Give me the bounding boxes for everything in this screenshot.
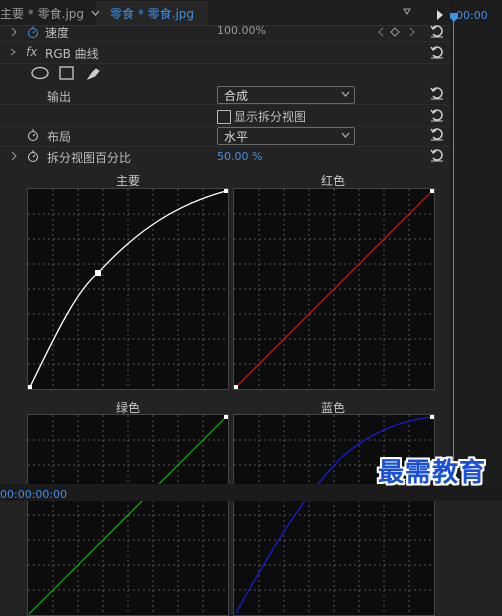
play-icon[interactable] xyxy=(436,10,444,20)
timecode-bottom[interactable]: 00:00:00:00 xyxy=(0,488,67,501)
watermark-logo: 最需教育 xyxy=(378,458,487,488)
curve-endpoint xyxy=(224,415,228,419)
master-curve-title: 主要 xyxy=(115,174,140,188)
output-value: 合成 xyxy=(224,89,249,103)
output-dropdown[interactable]: 合成 xyxy=(217,86,355,104)
curve-control-point xyxy=(95,270,101,276)
split-percent-value[interactable]: 50.00 % xyxy=(217,150,262,163)
blue-curve-graph[interactable] xyxy=(233,414,435,616)
playhead-handle-icon[interactable] xyxy=(449,13,459,23)
stopwatch-icon[interactable] xyxy=(27,26,39,38)
keyframe-nav[interactable] xyxy=(378,27,418,37)
divider xyxy=(0,63,450,64)
expand-arrow-icon[interactable] xyxy=(11,28,17,36)
layout-label: 布局 xyxy=(47,130,72,144)
split-view-checkbox[interactable] xyxy=(217,110,231,124)
chevron-down-icon[interactable] xyxy=(91,10,100,16)
reset-icon[interactable] xyxy=(430,148,444,162)
expand-arrow-icon[interactable] xyxy=(11,152,17,160)
divider xyxy=(0,41,450,42)
curve-endpoint xyxy=(224,189,228,193)
green-curve-graph[interactable] xyxy=(27,414,229,616)
reset-icon[interactable] xyxy=(430,86,444,100)
chevron-down-icon xyxy=(341,132,350,138)
layout-value: 水平 xyxy=(224,130,249,144)
timecode-top: 00:00 xyxy=(456,9,488,22)
menu-arrow-icon[interactable] xyxy=(403,8,411,16)
stopwatch-icon[interactable] xyxy=(27,129,39,141)
reset-icon[interactable] xyxy=(430,24,444,38)
curve-endpoint xyxy=(430,189,434,193)
red-curve-graph[interactable] xyxy=(233,188,435,390)
curve-endpoint xyxy=(28,385,32,389)
stopwatch-icon[interactable] xyxy=(27,150,39,162)
collapse-arrow-icon[interactable] xyxy=(11,48,17,56)
tab-effect-controls[interactable]: 零食 * 零食.jpg xyxy=(110,5,194,22)
layout-dropdown[interactable]: 水平 xyxy=(217,127,355,145)
speed-value[interactable]: 100.00% xyxy=(217,24,266,37)
fx-badge[interactable]: fx xyxy=(26,45,37,59)
divider xyxy=(0,104,450,105)
output-label: 输出 xyxy=(47,90,72,104)
reset-icon[interactable] xyxy=(430,45,444,59)
reset-icon[interactable] xyxy=(430,108,444,122)
red-curve-title: 红色 xyxy=(320,174,345,188)
reset-icon[interactable] xyxy=(430,127,444,141)
divider xyxy=(0,146,450,147)
chevron-down-icon xyxy=(341,91,350,97)
ellipse-mask-icon[interactable] xyxy=(31,66,49,80)
pen-mask-icon[interactable] xyxy=(86,65,102,81)
timeline-strip[interactable] xyxy=(450,0,502,501)
split-view-label: 显示拆分视图 xyxy=(234,110,307,124)
effect-name: RGB 曲线 xyxy=(45,47,99,61)
curve-endpoint xyxy=(430,415,434,419)
tab-sequence[interactable]: 主要 * 零食.jpg xyxy=(0,5,84,22)
curve-endpoint xyxy=(234,385,238,389)
speed-label: 速度 xyxy=(45,26,70,40)
master-curve-graph[interactable] xyxy=(27,188,229,390)
playhead-line[interactable] xyxy=(453,18,454,488)
split-percent-label: 拆分视图百分比 xyxy=(47,151,132,165)
rectangle-mask-icon[interactable] xyxy=(59,66,75,80)
